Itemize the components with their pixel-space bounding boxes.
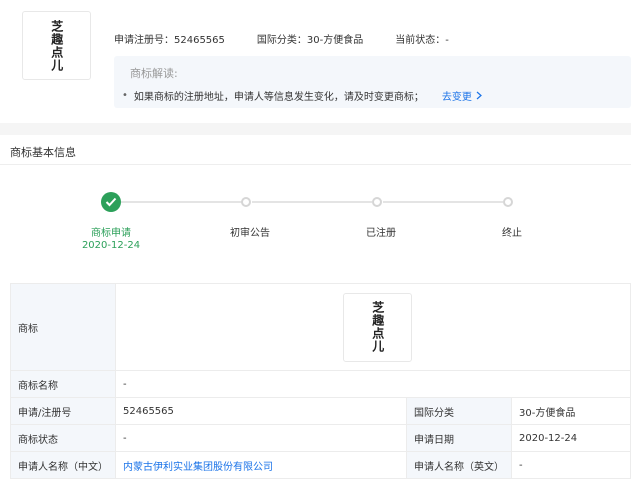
- trademark-logo-text: 芝趣点儿: [49, 19, 64, 72]
- bullet-icon: •: [122, 90, 128, 101]
- applicant-cn-cell: 内蒙古伊利实业集团股份有限公司: [115, 451, 407, 479]
- mark-label: 商标: [10, 283, 116, 371]
- reg-no-label: 申请/注册号: [10, 397, 116, 425]
- timeline-connector: [383, 201, 503, 203]
- trademark-image-text: 芝趣点儿: [370, 301, 385, 353]
- table-row: 申请人名称（中文） 内蒙古伊利实业集团股份有限公司 申请人名称（英文） -: [10, 451, 631, 479]
- applicant-en-label: 申请人名称（英文）: [406, 451, 512, 479]
- change-link-label: 去变更: [441, 92, 472, 103]
- interpretation-item: • 如果商标的注册地址，申请人等信息发生变化，请及时变更商标； 去变更: [122, 88, 631, 103]
- status-label: 商标状态: [10, 424, 116, 452]
- intl-class-summary: 国际分类：30-方便食品: [257, 31, 363, 46]
- status-value: -: [445, 35, 449, 46]
- name-value: -: [115, 370, 631, 398]
- section-title: 商标基本信息: [10, 146, 76, 159]
- step-label: 终止: [502, 228, 522, 239]
- step-date: 2020-12-24: [81, 240, 141, 251]
- status-timeline: 商标申请 2020-12-24 初审公告 已注册 终止: [0, 190, 631, 260]
- table-row: 商标 芝趣点儿: [10, 283, 631, 371]
- interpretation-title: 商标解读:: [130, 67, 178, 80]
- trademark-image: 芝趣点儿: [343, 292, 412, 362]
- table-row: 商标名称 -: [10, 370, 631, 398]
- trademark-interpretation: 商标解读: • 如果商标的注册地址，申请人等信息发生变化，请及时变更商标； 去变…: [114, 56, 631, 108]
- status-value: -: [115, 424, 407, 452]
- timeline-connector: [252, 201, 372, 203]
- status-summary: 当前状态：-: [395, 31, 449, 46]
- reg-no-value: 52465565: [115, 397, 407, 425]
- trademark-logo: 芝趣点儿: [22, 11, 91, 80]
- section-underline: [0, 164, 631, 165]
- mark-image-cell: 芝趣点儿: [115, 283, 631, 371]
- chevron-right-icon: [476, 91, 482, 100]
- trademark-info-table: 商标 芝趣点儿 商标名称 - 申请/注册号 52465565 国际分类 30-方…: [10, 283, 631, 479]
- table-row: 商标状态 - 申请日期 2020-12-24: [10, 424, 631, 452]
- applicant-cn-label: 申请人名称（中文）: [10, 451, 116, 479]
- step-label: 已注册: [366, 228, 396, 239]
- change-link[interactable]: 去变更: [442, 88, 482, 103]
- trademark-summary: 申请注册号：52465565 国际分类：30-方便食品 当前状态：-: [114, 31, 481, 46]
- timeline-connector: [121, 201, 242, 203]
- reg-no-summary: 申请注册号：52465565: [114, 31, 225, 46]
- check-icon: [101, 192, 121, 212]
- interpretation-text: 如果商标的注册地址，申请人等信息发生变化，请及时变更商标；: [133, 92, 424, 103]
- applicant-en-value: -: [511, 451, 631, 479]
- intl-class-value: 30-方便食品: [306, 35, 364, 46]
- intl-class-label: 国际分类：: [256, 35, 307, 46]
- table-row: 申请/注册号 52465565 国际分类 30-方便食品: [10, 397, 631, 425]
- applicant-cn-link[interactable]: 内蒙古伊利实业集团股份有限公司: [123, 462, 273, 473]
- name-label: 商标名称: [10, 370, 116, 398]
- step-dot: [372, 197, 382, 207]
- step-label: 商标申请: [91, 228, 131, 239]
- intl-class-value: 30-方便食品: [511, 397, 631, 425]
- section-divider: [0, 123, 631, 135]
- step-dot: [241, 197, 251, 207]
- date-value: 2020-12-24: [511, 424, 631, 452]
- date-label: 申请日期: [406, 424, 512, 452]
- reg-no-label: 申请注册号：: [114, 35, 174, 46]
- status-label: 当前状态：: [395, 35, 446, 46]
- step-dot: [503, 197, 513, 207]
- intl-class-label: 国际分类: [406, 397, 512, 425]
- reg-no-value: 52465565: [174, 35, 225, 46]
- step-label: 初审公告: [230, 228, 270, 239]
